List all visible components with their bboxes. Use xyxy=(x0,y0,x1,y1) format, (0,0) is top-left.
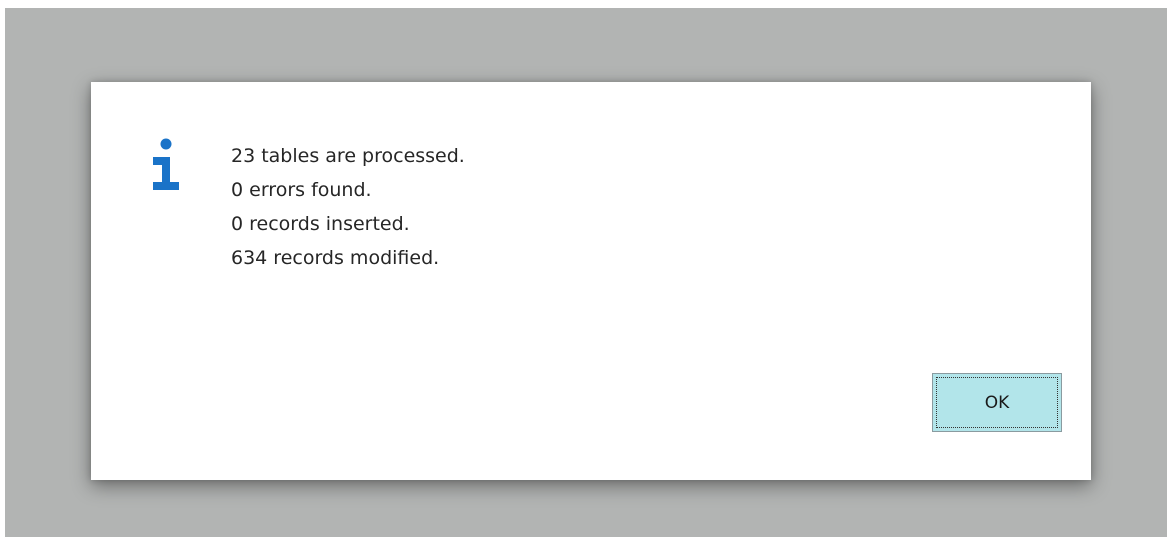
ok-button[interactable]: OK xyxy=(932,373,1062,432)
info-icon xyxy=(146,135,186,195)
message-dialog: 23 tables are processed. 0 errors found.… xyxy=(91,82,1091,480)
ok-button-label: OK xyxy=(984,392,1010,413)
message-text: 23 tables are processed. 0 errors found.… xyxy=(231,139,465,275)
message-line: 0 records inserted. xyxy=(231,213,410,235)
message-line: 0 errors found. xyxy=(231,179,372,201)
message-line: 634 records modified. xyxy=(231,247,440,269)
message-line: 23 tables are processed. xyxy=(231,145,465,167)
focus-ring: OK xyxy=(936,377,1058,428)
